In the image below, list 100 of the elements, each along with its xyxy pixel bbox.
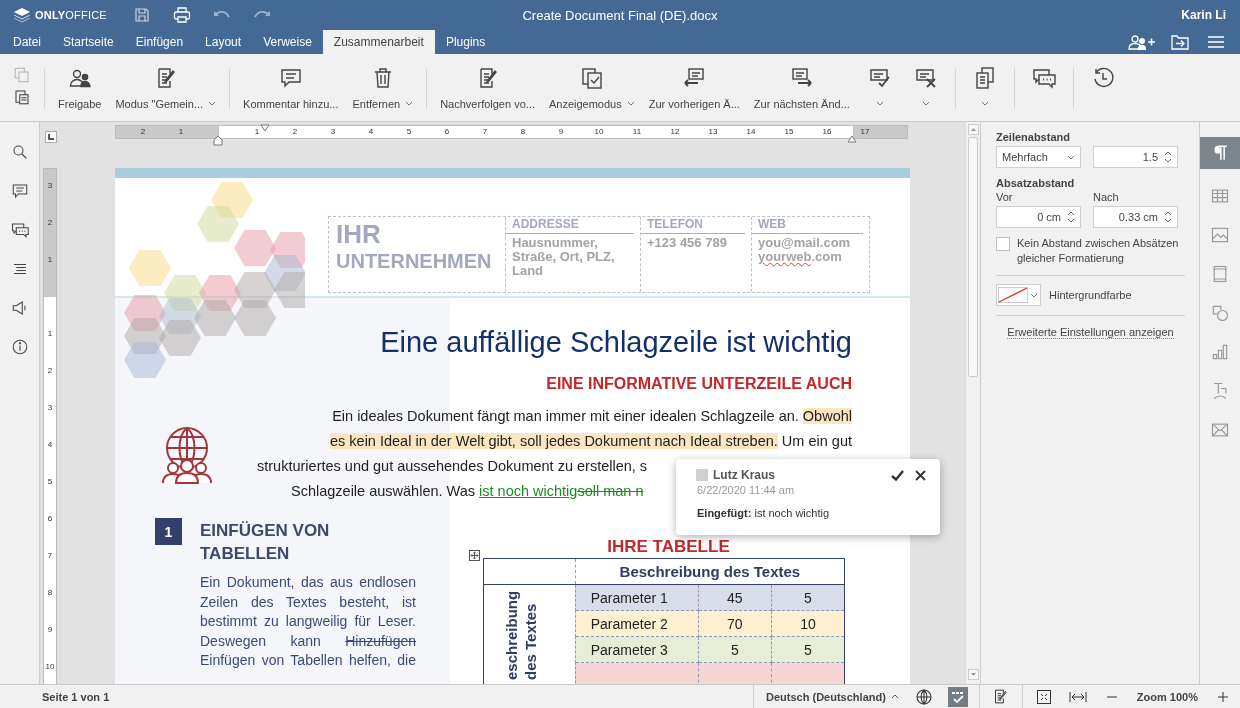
line-spacing-select[interactable]: Mehrfach: [996, 146, 1081, 168]
contact-text: Hausnummer, Straße, Ort, PLZ, Land: [512, 236, 616, 278]
fit-width-icon: [1068, 690, 1087, 703]
close-icon: [915, 469, 926, 481]
spacing-before-field[interactable]: 0 cm: [996, 206, 1081, 228]
close-button[interactable]: [915, 469, 926, 481]
menu-tab[interactable]: Startseite: [52, 30, 125, 54]
ruler-number: 10: [594, 126, 604, 138]
change-description: Eingefügt: ist noch wichtig: [697, 507, 831, 519]
menu-tab[interactable]: Zusammenarbeit: [322, 30, 435, 54]
table-cell: 70: [698, 610, 772, 637]
ruler-number: 3: [46, 181, 54, 191]
menu-tab[interactable]: Layout: [194, 30, 253, 54]
toolbar-button[interactable]: Modus "Gemein...: [108, 66, 224, 121]
search-button[interactable]: [10, 143, 29, 161]
ruler-number: 2: [140, 126, 146, 138]
advanced-settings-link[interactable]: Erweiterte Einstellungen anzeigen: [1007, 326, 1174, 339]
toolbar-button[interactable]: Entfernen: [345, 66, 421, 121]
table-side-header: eschreibung des Textes: [501, 589, 540, 680]
section-number: 1: [155, 518, 182, 545]
ruler-number: 2: [46, 218, 54, 228]
table-cell: Parameter 1: [575, 584, 699, 611]
chat-button[interactable]: [10, 221, 29, 239]
company-name: IHR: [336, 219, 382, 249]
ruler-number: 6: [46, 514, 54, 524]
toolbar-button[interactable]: Zur nächsten Änd...: [746, 66, 857, 121]
contact-text: yourweb.com: [758, 250, 842, 264]
contact-text: you@mail.com: [758, 236, 852, 250]
toolbar-button[interactable]: Nachverfolgen vo...: [433, 66, 542, 121]
ruler-number: 10: [44, 662, 56, 672]
tab-stop-icon[interactable]: [45, 131, 57, 143]
avatar-icon: [696, 469, 708, 481]
indent-marker[interactable]: [213, 135, 223, 146]
caret-icon: [890, 694, 899, 699]
headline: Eine auffällige Schlagzeile ist wichtig: [379, 325, 853, 360]
document-pen-icon: [992, 688, 1010, 705]
globe-icon: [915, 688, 932, 705]
language-settings-button[interactable]: [913, 686, 934, 707]
ruler-number: 1: [46, 255, 54, 265]
line-spacing-field[interactable]: 1.5: [1093, 146, 1178, 168]
about-button[interactable]: [10, 338, 29, 356]
ruler-number: 2: [292, 126, 298, 138]
color-picker-button[interactable]: [996, 284, 1041, 306]
toolbar-button[interactable]: Zur vorherigen Ä...: [641, 66, 747, 121]
scrollbar[interactable]: [965, 122, 980, 684]
app-logo: ONLYOFFICE: [35, 9, 107, 21]
ruler-number: 8: [46, 588, 54, 598]
menu-tab[interactable]: Einfügen: [124, 30, 195, 54]
toolbar-button[interactable]: Kommentar hinzu...: [236, 66, 346, 121]
paragraph-settings-tab[interactable]: [1200, 137, 1240, 169]
ruler-number: 3: [46, 403, 54, 413]
ruler-number: 9: [46, 625, 54, 635]
indent-marker[interactable]: [260, 124, 270, 132]
author-name: Lutz Kraus: [713, 468, 776, 482]
list-cross-icon: [913, 66, 938, 90]
contact-heading: WEB: [752, 217, 863, 234]
scroll-thumb[interactable]: [968, 137, 978, 377]
table-cell: Parameter 2: [575, 610, 699, 637]
checkbox[interactable]: [996, 237, 1010, 251]
info-icon: [10, 338, 29, 356]
printer-icon: [173, 7, 191, 23]
ruler-number: 16: [822, 126, 832, 138]
subheadline: EINE INFORMATIVE UNTERZEILE AUCH: [545, 374, 852, 394]
search-icon: [10, 143, 29, 161]
toolbar-button[interactable]: Anzeigemodus: [541, 66, 642, 121]
menu-tab[interactable]: Plugins: [434, 30, 497, 54]
indent-marker[interactable]: [847, 135, 857, 143]
clipboard-icon: [13, 88, 31, 106]
table-cell: 5: [771, 584, 845, 611]
ruler-number: 1: [178, 126, 184, 138]
field-label: Zeilenabstand: [996, 131, 1071, 143]
menu-tab[interactable]: Datei: [2, 30, 52, 54]
comments-button[interactable]: [10, 182, 29, 200]
language-button[interactable]: Deutsch (Deutschland): [758, 690, 907, 703]
paste-button[interactable]: [13, 88, 31, 106]
toolbar-button[interactable]: Freigabe: [51, 66, 109, 121]
ruler-number: 12: [670, 126, 680, 138]
menu-icon: [1208, 36, 1224, 48]
user-name: Karin Li: [1181, 8, 1226, 22]
field-label: Vor: [996, 191, 1014, 203]
field-label: Nach: [1093, 191, 1120, 203]
move-handle-icon[interactable]: [469, 550, 480, 561]
scroll-up-icon[interactable]: [967, 124, 979, 135]
ruler-number: 4: [368, 126, 374, 138]
copy-icon: [13, 66, 31, 84]
contact-heading: ADDRESSE: [506, 217, 634, 234]
spacing-after-field[interactable]: 0.33 cm: [1093, 206, 1178, 228]
scroll-down-icon[interactable]: [967, 669, 979, 680]
menu-tab[interactable]: Verweise: [252, 30, 323, 54]
folder-arrow-icon: [1171, 34, 1189, 50]
ruler-number: 1: [46, 329, 54, 339]
ruler-number: 6: [444, 126, 450, 138]
accept-button[interactable]: [891, 469, 904, 481]
vertical-ruler[interactable]: 3 2 1 1 2 3 4 5 6 7 8 9 10: [43, 168, 57, 684]
horizontal-ruler[interactable]: 2 1 1 2 3 4 5 6 7 8 9 10 11 12 13 14 15 16 17: [115, 125, 908, 139]
fit-page-icon: [1036, 689, 1051, 704]
ruler-number: 4: [46, 440, 54, 450]
spellcheck-button[interactable]: [947, 686, 968, 707]
feedback-button[interactable]: [10, 299, 29, 317]
table-cell: 45: [698, 584, 772, 611]
